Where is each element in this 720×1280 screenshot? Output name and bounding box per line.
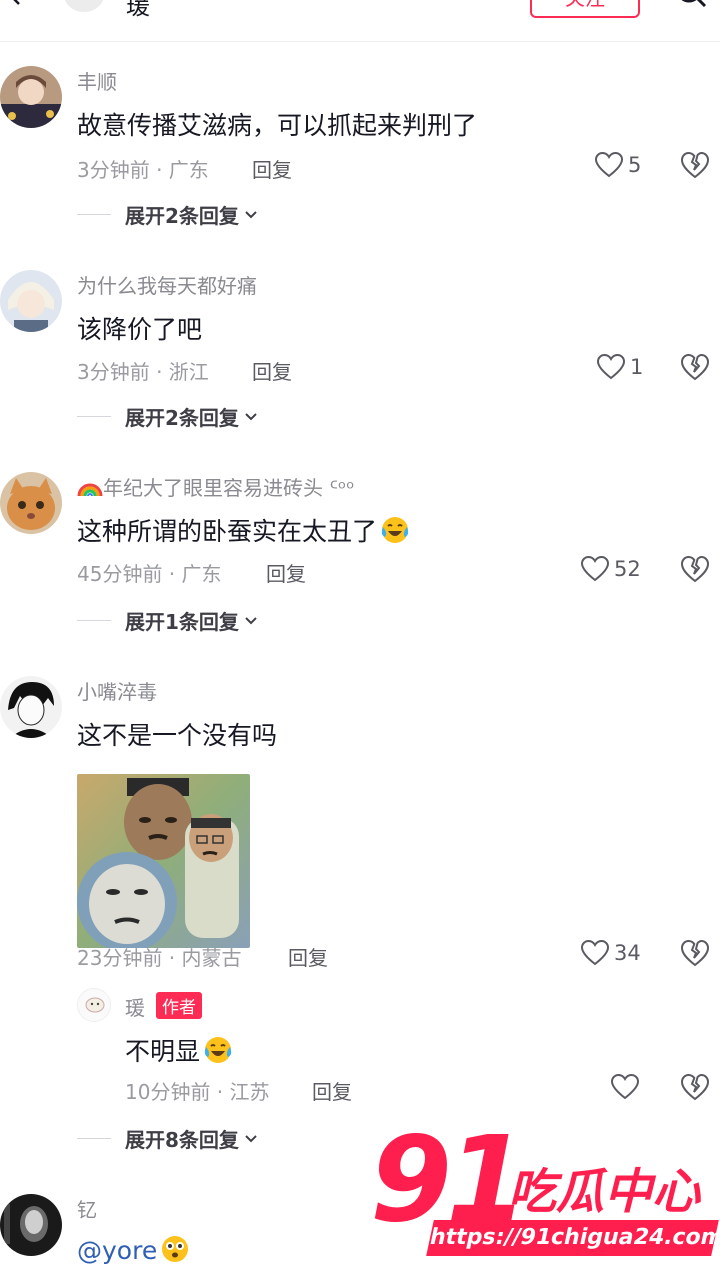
divider-line [77,1138,111,1139]
expand-replies-button[interactable]: 展开2条回复 [77,402,259,431]
username[interactable]: 钇 [77,1194,97,1223]
reply-button[interactable]: 回复 [312,1076,352,1105]
like-button[interactable]: 52 [580,554,641,584]
chevron-down-icon [245,210,257,218]
heart-icon [580,939,610,966]
reply-username[interactable]: 瑗 [125,992,145,1021]
like-button[interactable]: 5 [594,150,641,180]
comment-text: 这种所谓的卧蚕实在太丑了 [77,512,410,548]
chevron-down-icon [245,616,257,624]
heart-icon [594,151,624,178]
author-name: 瑗 [126,0,150,20]
comment-text-label: 这种所谓的卧蚕实在太丑了 [77,517,378,546]
username[interactable]: 年纪大了眼里容易进砖头 ᑦᵒᵒ [77,472,355,501]
heart-icon [580,555,610,582]
reply-meta: 10分钟前 · 江苏 [125,1080,270,1104]
watermark-url: https://91chigua24.com [426,1220,720,1256]
comment-text: @yore [77,1234,190,1265]
expand-replies-label: 展开1条回复 [125,610,239,634]
username[interactable]: 丰顺 [77,66,117,95]
user-avatar[interactable] [0,1194,62,1256]
user-avatar[interactable] [0,270,62,332]
expand-replies-button[interactable]: 展开8条回复 [77,1124,259,1153]
chevron-down-icon [245,412,257,420]
flushed-emoji-icon [162,1236,189,1262]
reply-text-label: 不明显 [125,1037,201,1066]
comment-text: 故意传播艾滋病，可以抓起来判刑了 [77,111,478,140]
like-count: 5 [628,153,642,177]
reply-button[interactable]: 回复 [266,558,306,587]
like-button[interactable]: 34 [580,938,641,968]
reply-button[interactable]: 回复 [252,356,292,385]
comment-text: 该降价了吧 [77,315,203,344]
reply-text: 不明显 [125,1032,233,1068]
crying-laugh-emoji-icon [381,517,409,543]
expand-replies-label: 展开2条回复 [125,406,239,430]
dislike-icon[interactable] [680,150,710,180]
expand-replies-button[interactable]: 展开1条回复 [77,606,259,635]
comment-meta: 23分钟前 · 内蒙古 [77,946,242,970]
username[interactable]: 为什么我每天都好痛 [77,270,257,299]
reply-avatar[interactable] [77,988,111,1022]
reply-button[interactable]: 回复 [288,942,328,971]
rainbow-icon [77,483,103,497]
follow-button[interactable]: 关注 [530,0,640,18]
divider-line [77,416,111,417]
author-badge: 作者 [156,992,202,1019]
divider-line [77,620,111,621]
expand-replies-label: 展开8条回复 [125,1128,239,1152]
expand-replies-label: 展开2条回复 [125,204,239,228]
username-label: 年纪大了眼里容易进砖头 ᑦᵒᵒ [103,476,355,500]
author-avatar[interactable] [64,0,104,12]
user-avatar[interactable] [0,66,62,128]
search-icon[interactable] [676,0,708,14]
comment-meta: 3分钟前 · 浙江 [77,360,209,384]
heart-icon [596,353,626,380]
user-avatar[interactable] [0,676,62,738]
dislike-icon[interactable] [680,1072,710,1102]
comment-meta: 3分钟前 · 广东 [77,158,209,182]
divider-line [77,214,111,215]
like-count: 52 [614,557,641,581]
top-bar: 瑗 关注 [0,0,720,42]
dislike-icon[interactable] [680,938,710,968]
chevron-down-icon [245,1134,257,1142]
expand-replies-button[interactable]: 展开2条回复 [77,200,259,229]
watermark: 91 吃瓜中心 https://91chigua24.com [370,1120,720,1280]
comment-text: 这不是一个没有吗 [77,721,278,750]
dislike-icon[interactable] [680,554,710,584]
reply-button[interactable]: 回复 [252,154,292,183]
watermark-name: 吃瓜中心 [508,1164,701,1220]
like-count: 34 [614,941,641,965]
back-icon[interactable] [4,0,28,8]
comment-meta: 45分钟前 · 广东 [77,562,222,586]
crying-laugh-emoji-icon [204,1037,232,1063]
user-avatar[interactable] [0,472,62,534]
username[interactable]: 小嘴淬毒 [77,676,157,705]
meme-image[interactable] [77,774,250,948]
like-count: 1 [630,355,644,379]
mention-link[interactable]: @yore [77,1236,157,1265]
like-button[interactable]: 1 [596,352,643,382]
dislike-icon[interactable] [680,352,710,382]
heart-icon [610,1073,640,1100]
like-button[interactable] [610,1072,640,1102]
